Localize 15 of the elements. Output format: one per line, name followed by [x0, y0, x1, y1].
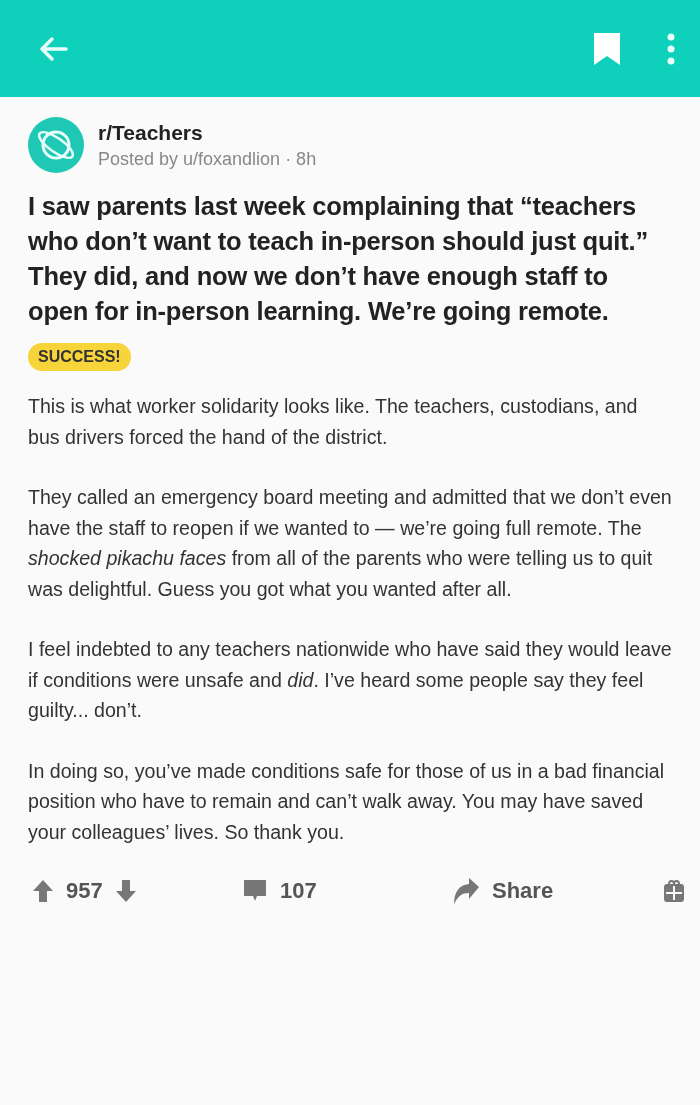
post-paragraph: In doing so, you’ve made conditions safe for those of us in a bad financial position who have to remain and can’t walk away. You may have saved your colleagues’ lives. So thank you. [28, 758, 666, 845]
post-paragraph: I feel indebted to any teachers nationwide who have said they would leave if conditions were unsafe and did. I’ve heard some people say they feel guilty... don’t. [28, 637, 672, 723]
post-meta: Posted by u/foxandlion · 8h [98, 148, 317, 170]
comment-count: 107 [280, 878, 317, 904]
share-icon[interactable] [452, 877, 480, 905]
upvote-icon[interactable] [32, 879, 54, 903]
post-title: I saw parents last week complaining that “teachers who don’t want to teach in-person should just quit.” They did, and now we don’t have enough staff to open for in-person learning. We’re going remote. [28, 191, 649, 327]
flair-tag: SUCCESS! [28, 343, 131, 371]
share-label[interactable]: Share [492, 878, 554, 904]
post-paragraph: This is what worker solidarity looks like. The teachers, custodians, and bus drivers forced the hand of the district. [28, 394, 639, 450]
subreddit-name[interactable]: r/Teachers [98, 120, 317, 145]
downvote-icon[interactable] [114, 879, 137, 903]
gift-icon[interactable] [662, 878, 686, 904]
post-paragraph: They called an emergency board meeting and admitted that we don’t even have the staff to reopen if we wanted to — we’re going full remote. The shocked pikachu faces from all of the parents who were telling us to quit was delightful. Guess you got what you wanted after all. [28, 485, 672, 602]
vote-count: 957 [66, 878, 103, 904]
